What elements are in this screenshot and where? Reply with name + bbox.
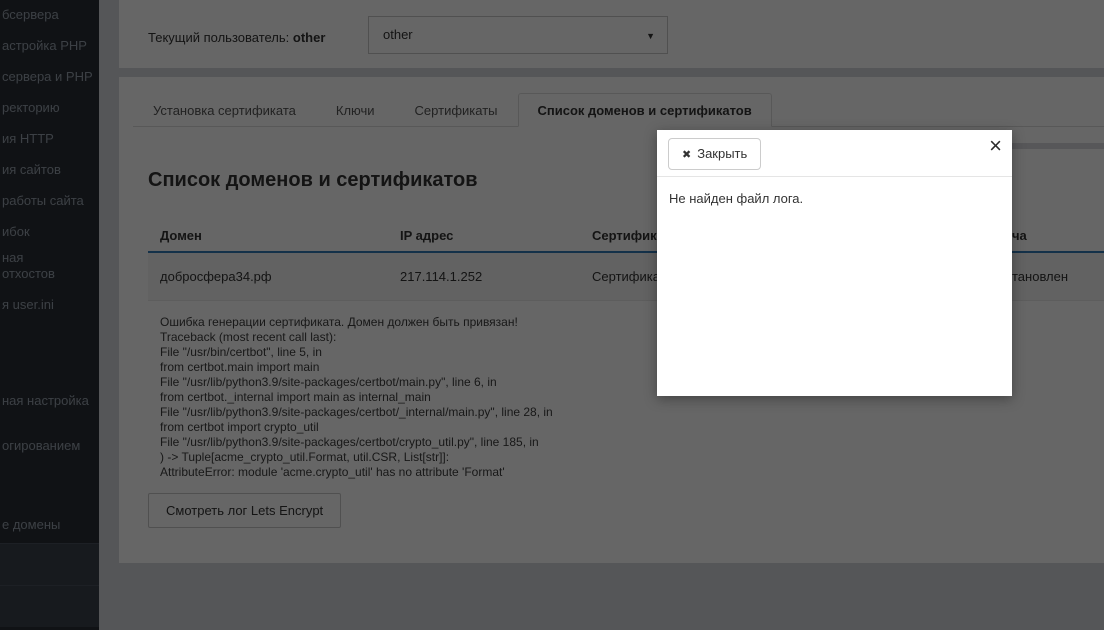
close-button[interactable]: ✖ Закрыть (668, 138, 761, 170)
log-dialog-body: Не найден файл лога. (657, 177, 1012, 220)
log-dialog: ✖ Закрыть × Не найден файл лога. (657, 130, 1012, 396)
log-dialog-message: Не найден файл лога. (669, 191, 803, 206)
corner-close-icon[interactable]: × (989, 135, 1002, 157)
close-button-label: Закрыть (697, 146, 747, 161)
app-window: бсервераастройка PHPсервера и PHPректори… (0, 0, 1104, 630)
log-dialog-header: ✖ Закрыть × (657, 130, 1012, 177)
close-x-icon: ✖ (682, 149, 691, 161)
